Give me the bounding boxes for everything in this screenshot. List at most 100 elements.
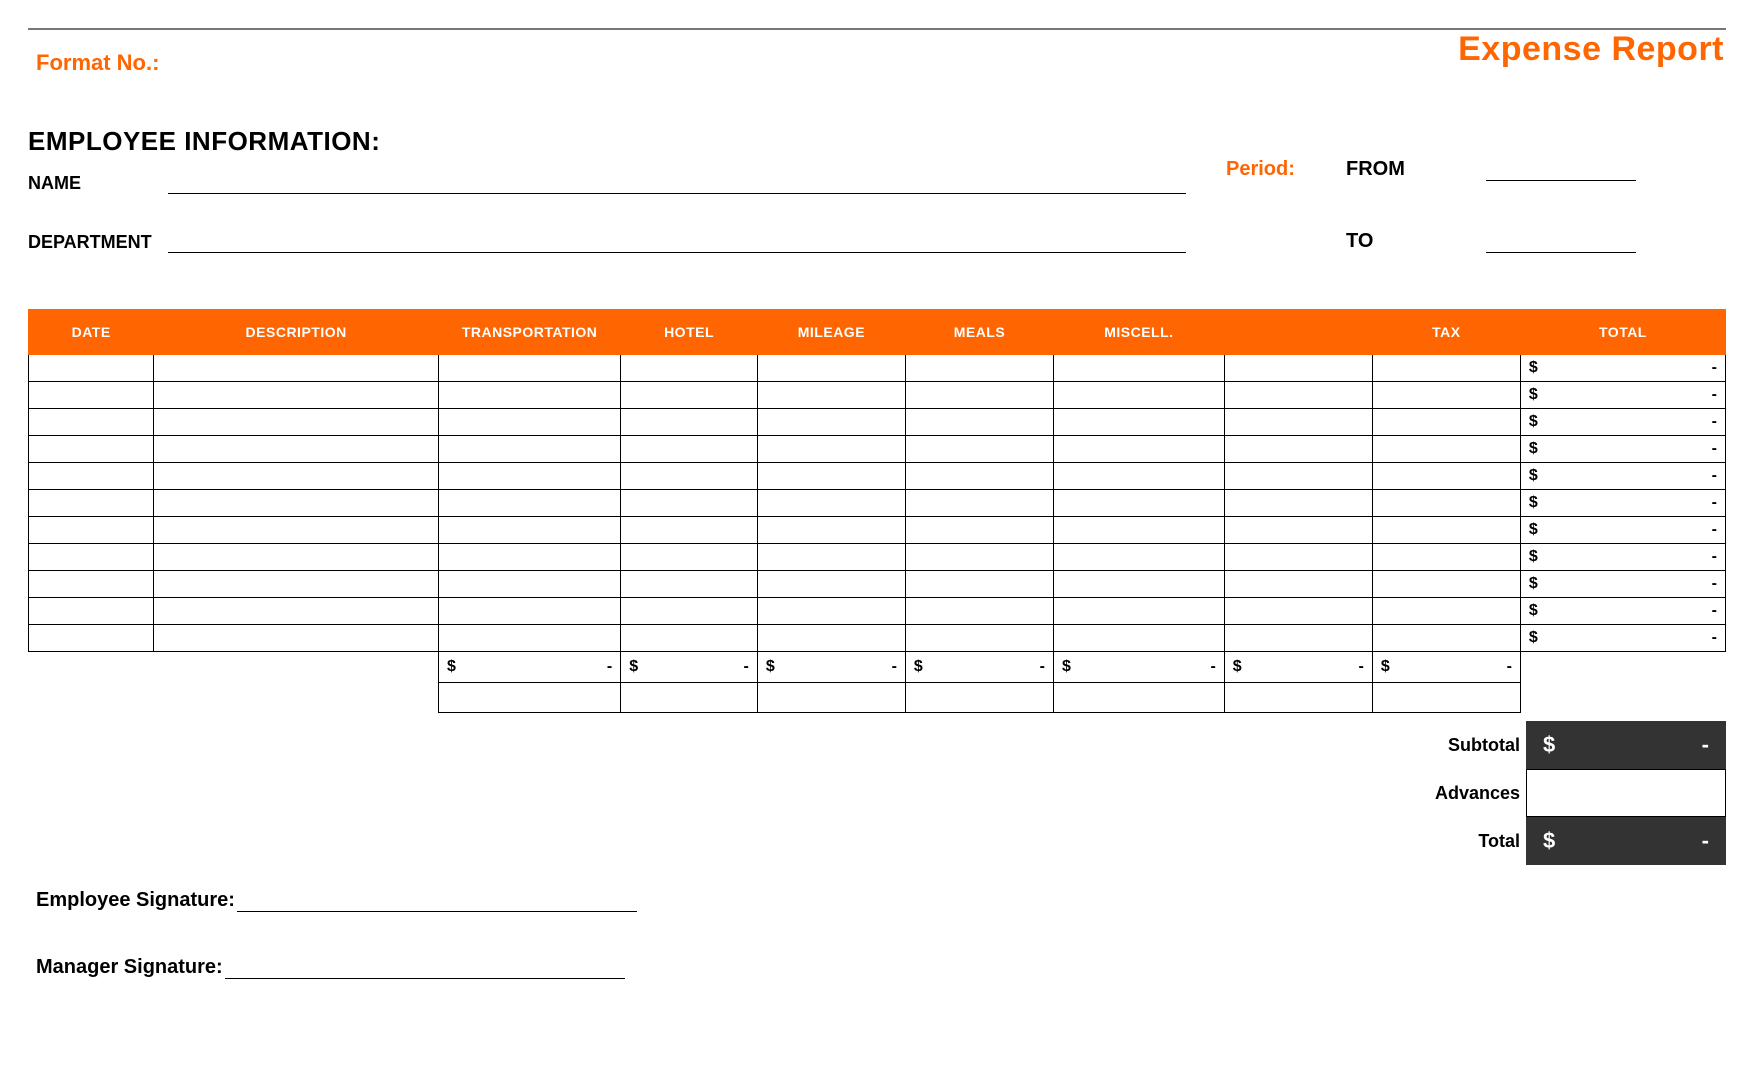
- cell-miscell[interactable]: [1053, 463, 1224, 490]
- cell-transportation[interactable]: [439, 490, 621, 517]
- cell-transportation[interactable]: [439, 382, 621, 409]
- cell-hotel[interactable]: [621, 436, 758, 463]
- cell-blank[interactable]: [1224, 409, 1372, 436]
- cell-hotel[interactable]: [621, 517, 758, 544]
- cell-tax[interactable]: [1372, 382, 1520, 409]
- period-to-input[interactable]: [1486, 230, 1636, 253]
- cell-description[interactable]: [154, 382, 439, 409]
- cell-blank[interactable]: [1224, 355, 1372, 382]
- cell-meals[interactable]: [905, 544, 1053, 571]
- cell-hotel[interactable]: [621, 382, 758, 409]
- cell-meals[interactable]: [905, 355, 1053, 382]
- cell-miscell[interactable]: [1053, 382, 1224, 409]
- cell-miscell[interactable]: [1053, 598, 1224, 625]
- department-input-line[interactable]: [168, 230, 1186, 253]
- cell-date[interactable]: [29, 463, 154, 490]
- cell-description[interactable]: [154, 355, 439, 382]
- cell-description[interactable]: [154, 625, 439, 652]
- cell-meals[interactable]: [905, 517, 1053, 544]
- cell-hotel[interactable]: [621, 355, 758, 382]
- cell-miscell[interactable]: [1053, 571, 1224, 598]
- cell-date[interactable]: [29, 598, 154, 625]
- cell-mileage[interactable]: [757, 355, 905, 382]
- cell-description[interactable]: [154, 544, 439, 571]
- cell-date[interactable]: [29, 517, 154, 544]
- cell-tax[interactable]: [1372, 436, 1520, 463]
- cell-mileage[interactable]: [757, 625, 905, 652]
- cell-description[interactable]: [154, 409, 439, 436]
- cell-mileage[interactable]: [757, 571, 905, 598]
- period-from-input[interactable]: [1486, 158, 1636, 181]
- cell-miscell[interactable]: [1053, 436, 1224, 463]
- cell-tax[interactable]: [1372, 517, 1520, 544]
- cell-hotel[interactable]: [621, 625, 758, 652]
- manager-signature-line[interactable]: [225, 956, 625, 979]
- cell-date[interactable]: [29, 436, 154, 463]
- cell-mileage[interactable]: [757, 382, 905, 409]
- cell-miscell[interactable]: [1053, 517, 1224, 544]
- cell-miscell[interactable]: [1053, 625, 1224, 652]
- cell-mileage[interactable]: [757, 544, 905, 571]
- cell-description[interactable]: [154, 463, 439, 490]
- cell-meals[interactable]: [905, 463, 1053, 490]
- cell-transportation[interactable]: [439, 598, 621, 625]
- advances-box[interactable]: [1526, 769, 1726, 817]
- cell-mileage[interactable]: [757, 598, 905, 625]
- cell-description[interactable]: [154, 517, 439, 544]
- cell-mileage[interactable]: [757, 490, 905, 517]
- cell-meals[interactable]: [905, 409, 1053, 436]
- cell-transportation[interactable]: [439, 625, 621, 652]
- cell-date[interactable]: [29, 625, 154, 652]
- cell-blank[interactable]: [1224, 463, 1372, 490]
- cell-transportation[interactable]: [439, 517, 621, 544]
- cell-date[interactable]: [29, 571, 154, 598]
- cell-hotel[interactable]: [621, 571, 758, 598]
- cell-description[interactable]: [154, 436, 439, 463]
- cell-tax[interactable]: [1372, 355, 1520, 382]
- cell-blank[interactable]: [1224, 490, 1372, 517]
- cell-transportation[interactable]: [439, 544, 621, 571]
- cell-blank[interactable]: [1224, 436, 1372, 463]
- cell-meals[interactable]: [905, 382, 1053, 409]
- cell-tax[interactable]: [1372, 409, 1520, 436]
- cell-date[interactable]: [29, 544, 154, 571]
- cell-transportation[interactable]: [439, 355, 621, 382]
- cell-hotel[interactable]: [621, 544, 758, 571]
- cell-tax[interactable]: [1372, 490, 1520, 517]
- cell-meals[interactable]: [905, 625, 1053, 652]
- cell-tax[interactable]: [1372, 598, 1520, 625]
- cell-mileage[interactable]: [757, 409, 905, 436]
- cell-date[interactable]: [29, 409, 154, 436]
- cell-date[interactable]: [29, 355, 154, 382]
- cell-description[interactable]: [154, 490, 439, 517]
- cell-transportation[interactable]: [439, 409, 621, 436]
- cell-blank[interactable]: [1224, 571, 1372, 598]
- cell-miscell[interactable]: [1053, 544, 1224, 571]
- cell-meals[interactable]: [905, 571, 1053, 598]
- cell-blank[interactable]: [1224, 625, 1372, 652]
- cell-hotel[interactable]: [621, 463, 758, 490]
- name-input-line[interactable]: [168, 171, 1186, 194]
- cell-hotel[interactable]: [621, 598, 758, 625]
- cell-blank[interactable]: [1224, 517, 1372, 544]
- cell-hotel[interactable]: [621, 409, 758, 436]
- cell-meals[interactable]: [905, 490, 1053, 517]
- cell-transportation[interactable]: [439, 571, 621, 598]
- cell-blank[interactable]: [1224, 598, 1372, 625]
- cell-blank[interactable]: [1224, 544, 1372, 571]
- cell-mileage[interactable]: [757, 436, 905, 463]
- cell-meals[interactable]: [905, 436, 1053, 463]
- cell-mileage[interactable]: [757, 463, 905, 490]
- cell-miscell[interactable]: [1053, 409, 1224, 436]
- cell-miscell[interactable]: [1053, 355, 1224, 382]
- cell-description[interactable]: [154, 571, 439, 598]
- cell-tax[interactable]: [1372, 463, 1520, 490]
- cell-tax[interactable]: [1372, 625, 1520, 652]
- cell-tax[interactable]: [1372, 571, 1520, 598]
- cell-transportation[interactable]: [439, 436, 621, 463]
- cell-hotel[interactable]: [621, 490, 758, 517]
- cell-description[interactable]: [154, 598, 439, 625]
- cell-date[interactable]: [29, 490, 154, 517]
- cell-meals[interactable]: [905, 598, 1053, 625]
- cell-transportation[interactable]: [439, 463, 621, 490]
